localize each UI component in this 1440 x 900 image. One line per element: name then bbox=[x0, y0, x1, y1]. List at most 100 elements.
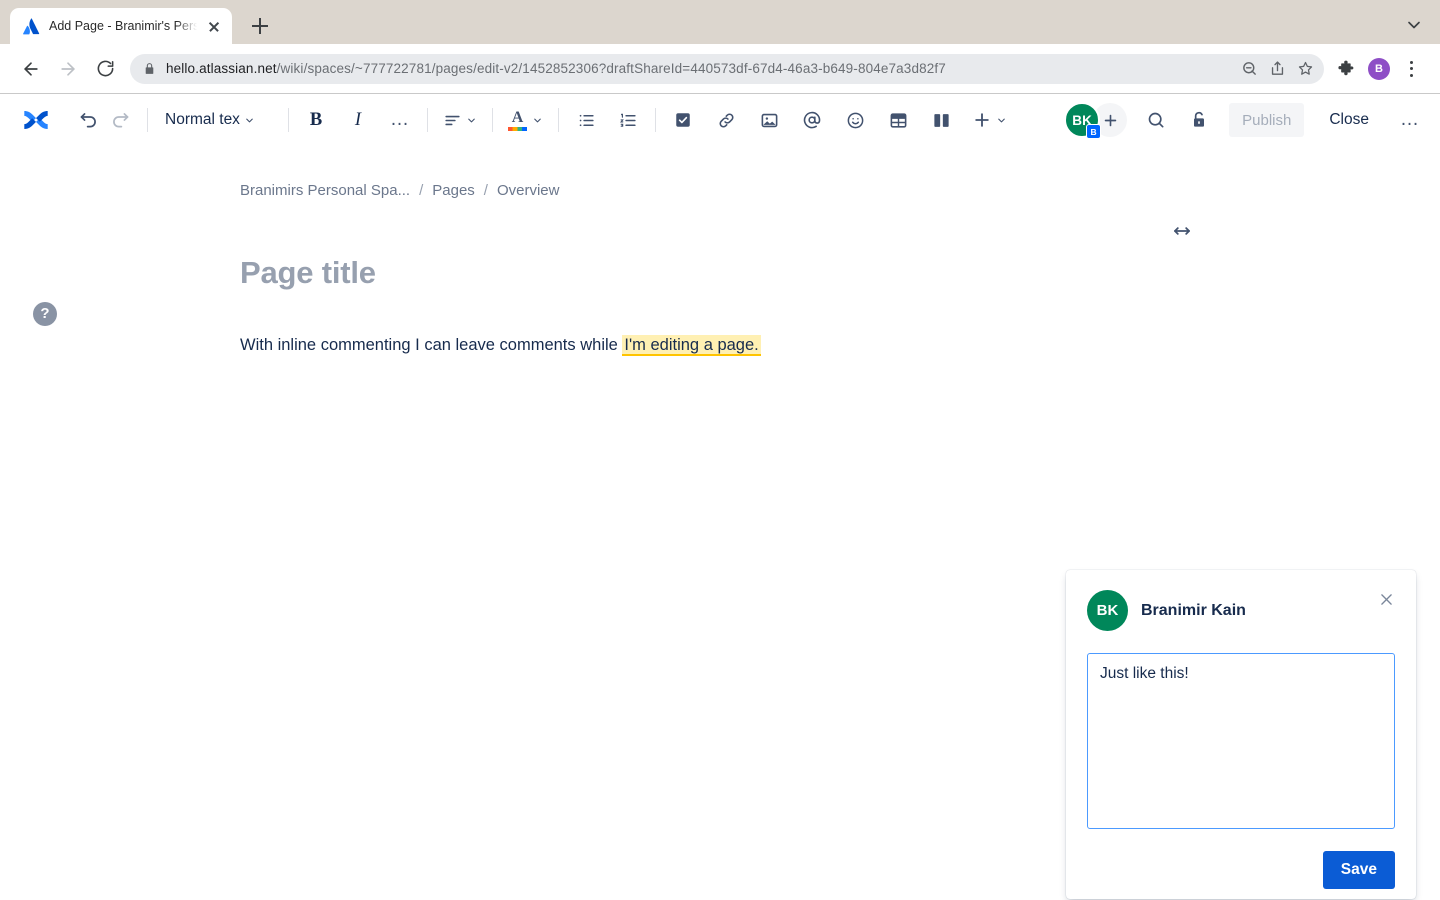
breadcrumb-separator: / bbox=[419, 182, 423, 199]
mention-button[interactable] bbox=[796, 104, 828, 136]
profile-avatar[interactable]: B bbox=[1364, 54, 1394, 84]
breadcrumb-item-overview[interactable]: Overview bbox=[497, 182, 560, 199]
close-button[interactable]: Close bbox=[1316, 103, 1382, 137]
plus-icon bbox=[972, 110, 992, 130]
bullet-list-icon bbox=[577, 111, 596, 130]
browser-toolbar: hello.atlassian.net/wiki/spaces/~7777227… bbox=[0, 44, 1440, 94]
toolbar-divider bbox=[288, 108, 289, 132]
layout-columns-button[interactable] bbox=[925, 104, 957, 136]
search-icon bbox=[1146, 110, 1166, 130]
toolbar-divider bbox=[655, 108, 656, 132]
color-swatch-bar bbox=[508, 127, 527, 131]
chevron-down-icon bbox=[466, 115, 477, 126]
save-button[interactable]: Save bbox=[1323, 851, 1395, 889]
url-path: /wiki/spaces/~777722781/pages/edit-v2/14… bbox=[277, 61, 946, 76]
link-icon bbox=[717, 111, 736, 130]
collaborators: BK B bbox=[1064, 102, 1127, 138]
browser-actions: B bbox=[1332, 54, 1426, 84]
unlock-icon bbox=[1189, 110, 1209, 130]
reload-button[interactable] bbox=[88, 52, 122, 86]
toolbar-divider bbox=[147, 108, 148, 132]
italic-button[interactable]: I bbox=[342, 104, 374, 136]
chevron-down-icon bbox=[996, 115, 1007, 126]
comment-actions: Save bbox=[1087, 851, 1395, 889]
redo-icon bbox=[110, 110, 131, 131]
text-color-icon: A bbox=[508, 110, 527, 131]
back-button[interactable] bbox=[14, 52, 48, 86]
confluence-editor: Normal tex B I … A bbox=[0, 94, 1440, 900]
inline-comment-highlight[interactable]: I'm editing a page. bbox=[622, 335, 760, 356]
tab-close-icon[interactable] bbox=[206, 18, 222, 34]
avatar-bk[interactable]: BK B bbox=[1064, 102, 1100, 138]
bullet-list-button[interactable] bbox=[570, 104, 602, 136]
undo-button[interactable] bbox=[72, 104, 104, 136]
undo-icon bbox=[78, 110, 99, 131]
text-alignment-dropdown[interactable] bbox=[439, 104, 481, 136]
restrictions-button[interactable] bbox=[1183, 104, 1215, 136]
lock-icon bbox=[143, 61, 156, 76]
bold-button[interactable]: B bbox=[300, 104, 332, 136]
editor-toolbar: Normal tex B I … A bbox=[0, 94, 1440, 146]
align-left-icon bbox=[443, 111, 462, 130]
chevron-down-icon bbox=[532, 115, 543, 126]
atlassian-favicon-icon bbox=[23, 18, 40, 35]
image-button[interactable] bbox=[753, 104, 785, 136]
more-formatting-button[interactable]: … bbox=[384, 104, 416, 136]
back-arrow-icon bbox=[21, 59, 41, 79]
checkbox-icon bbox=[674, 111, 692, 129]
insert-dropdown[interactable] bbox=[968, 104, 1011, 136]
forward-button[interactable] bbox=[51, 52, 85, 86]
help-button[interactable]: ? bbox=[33, 302, 57, 326]
editor-overflow-menu[interactable]: … bbox=[1394, 104, 1426, 136]
tab-strip: Add Page - Branimir's Personal Space bbox=[0, 0, 1440, 44]
emoji-button[interactable] bbox=[839, 104, 871, 136]
breadcrumb-separator: / bbox=[484, 182, 488, 199]
share-icon[interactable] bbox=[1264, 56, 1290, 82]
chevron-down-icon[interactable] bbox=[1404, 15, 1424, 35]
redo-button[interactable] bbox=[104, 104, 136, 136]
search-button[interactable] bbox=[1140, 104, 1172, 136]
address-bar-actions bbox=[1236, 54, 1318, 84]
text-style-dropdown[interactable]: Normal tex bbox=[159, 104, 277, 136]
extensions-puzzle-icon[interactable] bbox=[1332, 54, 1362, 84]
tab-title: Add Page - Branimir's Personal Space bbox=[49, 19, 197, 33]
comment-author-name: Branimir Kain bbox=[1141, 602, 1246, 620]
mention-at-icon bbox=[802, 110, 822, 130]
link-button[interactable] bbox=[710, 104, 742, 136]
page-title-input[interactable]: Page title bbox=[240, 255, 1440, 291]
breadcrumb-item-space[interactable]: Branimirs Personal Spa... bbox=[240, 182, 410, 199]
avatar-badge: B bbox=[1086, 124, 1101, 139]
numbered-list-button[interactable] bbox=[612, 104, 644, 136]
text-color-letter: A bbox=[508, 110, 527, 125]
comment-close-button[interactable] bbox=[1374, 587, 1398, 611]
new-tab-button[interactable] bbox=[246, 12, 274, 40]
comment-author-row: BK Branimir Kain bbox=[1087, 590, 1395, 631]
toolbar-divider bbox=[492, 108, 493, 132]
bookmark-star-icon[interactable] bbox=[1292, 56, 1318, 82]
browser-tab[interactable]: Add Page - Branimir's Personal Space bbox=[10, 8, 232, 44]
zoom-search-icon[interactable] bbox=[1236, 56, 1262, 82]
page-body[interactable]: With inline commenting I can leave comme… bbox=[240, 334, 1200, 358]
publish-button[interactable]: Publish bbox=[1229, 103, 1304, 137]
page-content: Branimirs Personal Spa... / Pages / Over… bbox=[0, 182, 1440, 358]
expand-width-button[interactable] bbox=[1169, 218, 1195, 244]
browser-menu-button[interactable] bbox=[1396, 54, 1426, 84]
numbered-list-icon bbox=[619, 111, 638, 130]
help-icon: ? bbox=[40, 305, 49, 322]
table-button[interactable] bbox=[882, 104, 914, 136]
image-icon bbox=[760, 111, 779, 130]
toolbar-divider bbox=[427, 108, 428, 132]
url-host: hello.atlassian.net bbox=[166, 61, 277, 76]
text-color-dropdown[interactable]: A bbox=[504, 104, 547, 136]
breadcrumb-item-pages[interactable]: Pages bbox=[432, 182, 475, 199]
comment-avatar: BK bbox=[1087, 590, 1128, 631]
reload-icon bbox=[96, 59, 115, 78]
browser-window: Add Page - Branimir's Personal Space bbox=[0, 0, 1440, 900]
layout-columns-icon bbox=[932, 111, 951, 130]
emoji-icon bbox=[846, 111, 865, 130]
atlassian-logo-icon[interactable] bbox=[18, 102, 54, 138]
task-checkbox-button[interactable] bbox=[667, 104, 699, 136]
comment-input[interactable]: Just like this! bbox=[1087, 653, 1395, 829]
address-bar[interactable]: hello.atlassian.net/wiki/spaces/~7777227… bbox=[130, 54, 1324, 84]
address-bar-url: hello.atlassian.net/wiki/spaces/~7777227… bbox=[166, 61, 946, 76]
